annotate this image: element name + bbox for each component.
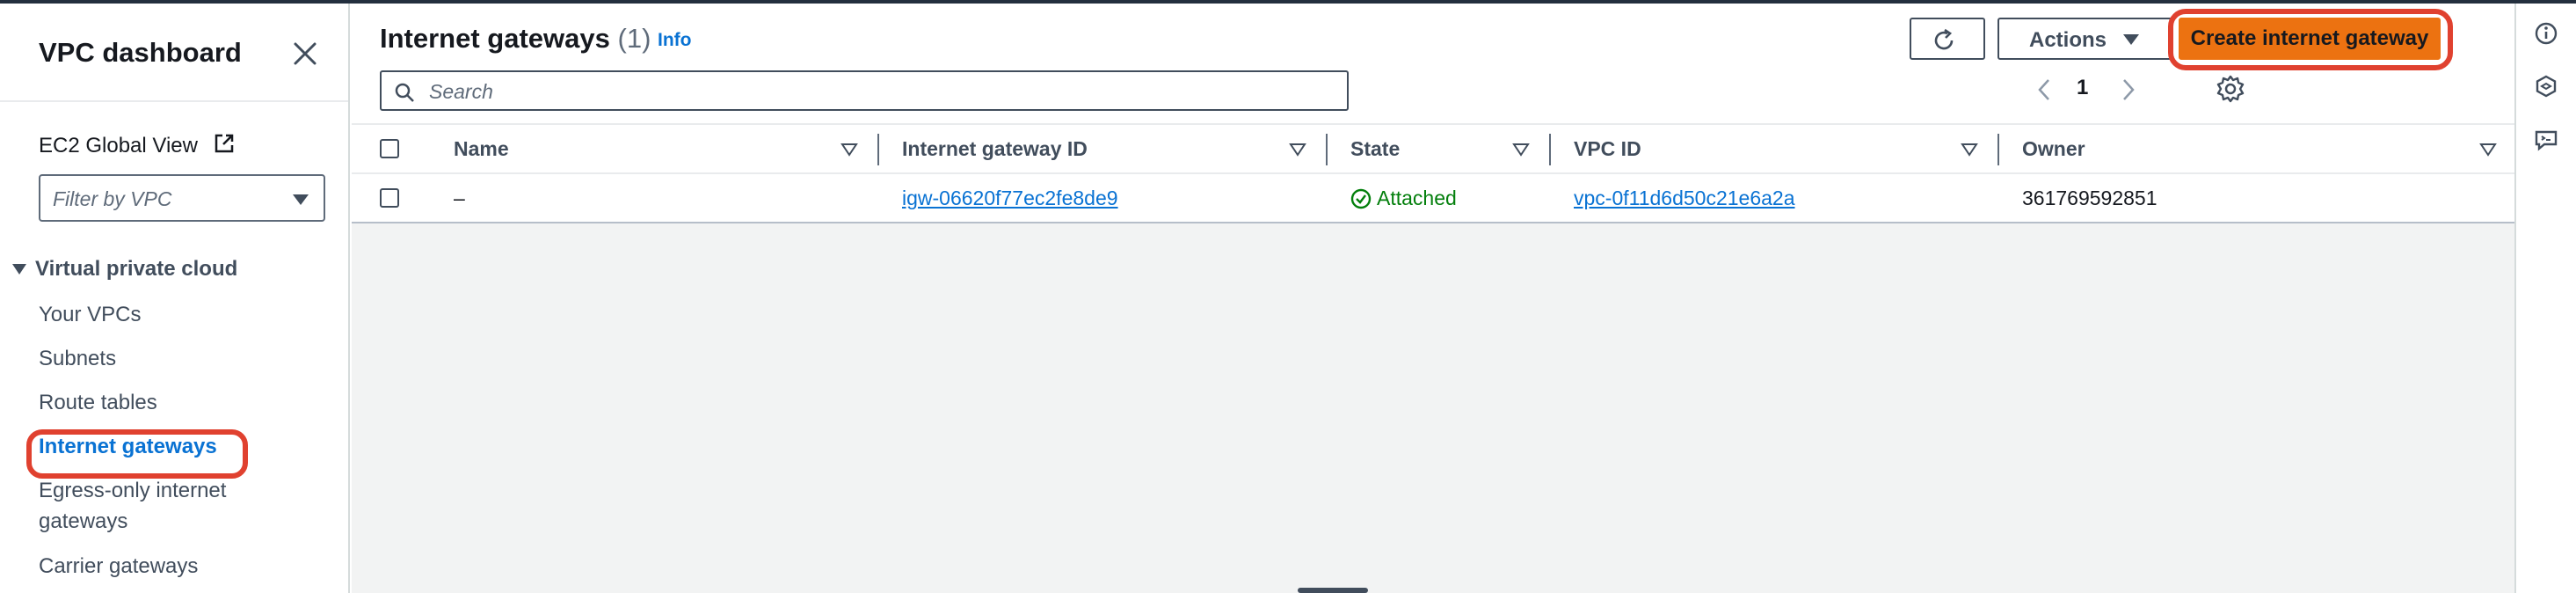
sort-icon[interactable] — [1289, 143, 1306, 157]
tools-rail — [2514, 4, 2576, 593]
sort-icon[interactable] — [840, 143, 858, 157]
hexagon-icon[interactable] — [2534, 74, 2558, 99]
sort-icon[interactable] — [1961, 143, 1978, 157]
refresh-button[interactable] — [1910, 18, 1985, 60]
filter-by-vpc-select[interactable]: Filter by VPC — [39, 174, 325, 222]
ec2-global-view-label: EC2 Global View — [39, 134, 198, 157]
page-title-text: Internet gateways — [380, 23, 610, 54]
select-all-checkbox[interactable] — [380, 139, 399, 158]
column-header-vpc-id[interactable]: VPC ID — [1574, 137, 1641, 161]
caret-down-icon — [2123, 34, 2139, 45]
side-navigation: VPC dashboard EC2 Global View Filter by … — [0, 4, 350, 593]
column-resizer[interactable] — [1997, 134, 1999, 165]
refresh-icon — [1934, 28, 1954, 50]
close-icon[interactable] — [290, 39, 320, 69]
feedback-icon[interactable] — [2534, 128, 2558, 153]
sidebar-item-carrier-gateways[interactable]: Carrier gateways — [39, 551, 198, 582]
search-input[interactable] — [429, 77, 1335, 106]
chevron-left-icon[interactable] — [2036, 77, 2052, 102]
column-header-name[interactable]: Name — [454, 137, 509, 161]
cell-owner: 361769592851 — [2022, 187, 2158, 209]
chevron-right-icon[interactable] — [2121, 77, 2136, 102]
sort-icon[interactable] — [2479, 143, 2497, 157]
table-header-row: Name Internet gateway ID State VPC ID Ow… — [352, 125, 2514, 174]
current-page-number[interactable]: 1 — [2077, 76, 2088, 100]
column-resizer[interactable] — [1326, 134, 1328, 165]
internet-gateways-table: Name Internet gateway ID State VPC ID Ow… — [352, 123, 2514, 223]
sidebar-item-route-tables[interactable]: Route tables — [39, 387, 157, 418]
virtual-private-cloud-section[interactable]: Virtual private cloud — [12, 257, 237, 282]
state-label: Attached — [1377, 187, 1457, 209]
row-checkbox[interactable] — [380, 188, 399, 208]
sidebar-title: VPC dashboard — [39, 37, 242, 68]
caret-down-icon — [293, 194, 309, 205]
table-header: Internet gateways (1) Info Actions Creat… — [352, 4, 2514, 123]
sidebar-divider — [0, 100, 348, 102]
item-count: (1) — [617, 23, 651, 54]
column-header-internet-gateway-id[interactable]: Internet gateway ID — [902, 137, 1088, 161]
caret-down-icon — [12, 264, 26, 275]
ec2-global-view-link[interactable]: EC2 Global View — [39, 132, 236, 158]
table-row[interactable]: – igw-06620f77ec2fe8de9 Attached vpc-0f1… — [352, 174, 2514, 223]
column-header-owner[interactable]: Owner — [2022, 137, 2085, 161]
info-link[interactable]: Info — [658, 30, 691, 51]
split-panel-handle[interactable] — [1298, 588, 1368, 593]
column-header-state[interactable]: State — [1350, 137, 1400, 161]
cell-state: Attached — [1350, 187, 1457, 210]
settings-gear-icon[interactable] — [2216, 74, 2245, 104]
sidebar-item-your-vpcs[interactable]: Your VPCs — [39, 299, 142, 330]
cell-name: – — [454, 187, 465, 209]
column-resizer[interactable] — [877, 134, 879, 165]
sort-icon[interactable] — [1512, 143, 1530, 157]
pagination: 1 — [2036, 72, 2159, 107]
external-link-icon — [215, 134, 233, 153]
highlight-annotation — [2168, 9, 2453, 70]
check-circle-icon — [1350, 188, 1372, 209]
column-resizer[interactable] — [1549, 134, 1551, 165]
actions-dropdown[interactable]: Actions — [1997, 18, 2173, 60]
highlight-annotation — [26, 429, 248, 479]
section-title: Virtual private cloud — [35, 257, 238, 281]
page-title: Internet gateways (1) — [380, 23, 651, 55]
search-icon — [395, 83, 414, 102]
sidebar-item-egress-only-internet-gateways[interactable]: Egress-only internet gateways — [39, 475, 302, 537]
cell-vpc-id-link[interactable]: vpc-0f11d6d50c21e6a2a — [1574, 187, 1795, 210]
cell-internet-gateway-id-link[interactable]: igw-06620f77ec2fe8de9 — [902, 187, 1118, 210]
info-icon[interactable] — [2534, 21, 2558, 46]
filter-by-vpc-placeholder: Filter by VPC — [53, 187, 172, 210]
search-field[interactable] — [380, 70, 1349, 111]
actions-label: Actions — [2029, 28, 2107, 52]
sidebar-item-subnets[interactable]: Subnets — [39, 343, 116, 374]
main-content: Internet gateways (1) Info Actions Creat… — [352, 4, 2514, 593]
